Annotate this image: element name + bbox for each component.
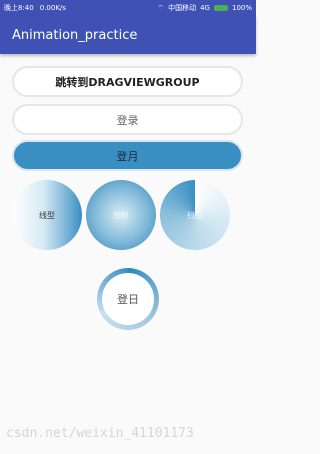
login-label: 登录 [116,113,139,127]
status-bar: 晚上8:40 0.00K/s ⌔ 中国移动 4G 100% [0,0,256,16]
linear-gradient-circle[interactable]: 线型 [12,180,82,250]
battery-level: 100% [231,4,252,12]
status-right: ⌔ 中国移动 4G 100% [158,3,253,13]
drag-viewgroup-label: 跳转到DRAGVIEWGROUP [55,75,200,89]
app-title: Animation_practice [12,27,138,43]
app-bar: Animation_practice [0,16,256,54]
login-button[interactable]: 登录 [12,104,243,135]
sun-progress-ring[interactable]: 登日 [97,268,159,330]
sun-label: 登日 [117,293,139,306]
network-type: 4G [200,4,210,12]
radial-gradient-circle[interactable]: 放射 [86,180,156,250]
linear-label: 线型 [39,210,55,220]
battery-icon [213,5,228,11]
wifi-icon: ⌔ [157,3,165,12]
status-time: 晚上8:40 [4,4,34,12]
sweep-gradient-circle[interactable]: 扫描 [160,180,230,250]
moon-button[interactable]: 登月 [12,140,243,171]
carrier-name: 中国移动 [168,4,197,12]
network-speed: 0.00K/s [39,4,66,12]
radial-label: 放射 [113,210,129,220]
drag-viewgroup-button[interactable]: 跳转到DRAGVIEWGROUP [12,66,243,97]
sweep-label: 扫描 [187,210,203,220]
status-left: 晚上8:40 0.00K/s [4,3,66,13]
moon-label: 登月 [116,149,139,163]
watermark: csdn.net/weixin_41101173 [6,426,194,441]
sun-button[interactable]: 登日 [102,273,154,325]
